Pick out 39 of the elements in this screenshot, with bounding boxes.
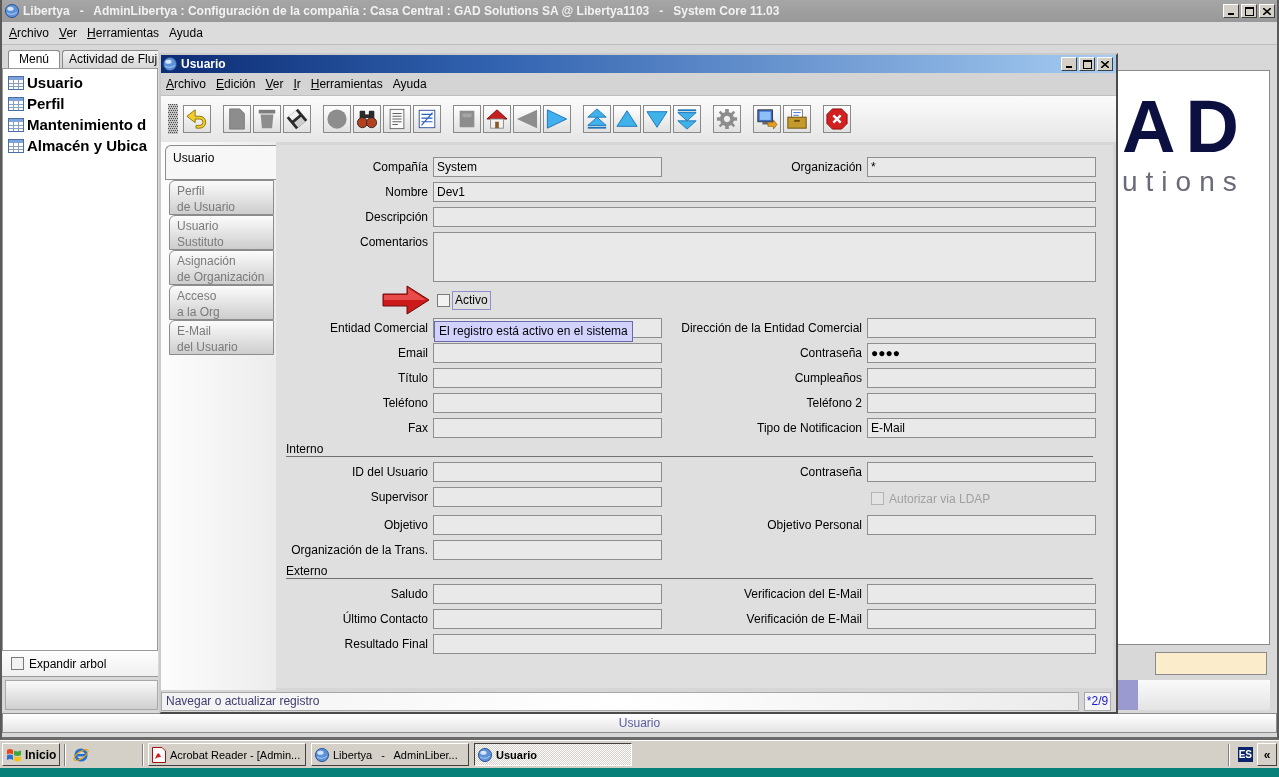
field-label: Saludo xyxy=(389,586,429,603)
field-label: Resultado Final xyxy=(343,636,429,653)
field-label: Tipo de Notificacion xyxy=(756,420,863,437)
field-label: Dirección de la Entidad Comercial xyxy=(680,320,863,337)
status-message: Navegar o actualizar registro xyxy=(161,692,1079,711)
checkbox-label: Activo xyxy=(452,290,491,310)
status-text: Usuario xyxy=(618,716,661,730)
field-label: Objetivo xyxy=(382,517,429,534)
field-label: ID del Usuario xyxy=(350,464,429,481)
field-label: Descripción xyxy=(364,209,429,226)
field-label: Verificacion del E-Mail xyxy=(742,586,863,603)
field-label: Contraseña xyxy=(798,464,863,481)
section-title: Externo xyxy=(286,565,1093,579)
field-label: Teléfono 2 xyxy=(805,395,863,412)
field-label: Email xyxy=(397,345,429,362)
field-label: Organización xyxy=(790,159,863,176)
checkbox-label: Autorizar via LDAP xyxy=(889,491,991,506)
field-label: Teléfono xyxy=(381,395,429,412)
field-label: Comentarios xyxy=(358,234,429,251)
field-label: Objetivo Personal xyxy=(766,517,863,534)
field-label: Título xyxy=(397,370,429,387)
field-label: Nombre xyxy=(384,184,429,201)
logo-text: utions xyxy=(1122,165,1245,199)
field-label: Compañía xyxy=(371,159,429,176)
field-label: Supervisor xyxy=(369,489,429,506)
field-label: Verificación de E-Mail xyxy=(745,611,863,628)
window-title: Libertya - AdminLibertya : Configuración de la compañía : Casa Central : GAD Solutions SA @ Libertya1103 - System Core 11.03 xyxy=(23,4,781,18)
section-title: Interno xyxy=(286,443,1093,457)
record-counter: *2/9 xyxy=(1084,692,1111,711)
checkbox-label: Expandir arbol xyxy=(29,656,107,671)
field-label: Contraseña xyxy=(798,345,863,362)
logo-text: AD xyxy=(1122,95,1249,159)
field-label: Entidad Comercial xyxy=(328,320,429,337)
field-label: Cumpleaños xyxy=(793,370,863,387)
field-label: Organización de la Trans. xyxy=(290,542,429,559)
window-title: Usuario xyxy=(181,57,227,71)
tooltip: El registro está activo en el sistema xyxy=(434,321,633,342)
field-label: Último Contacto xyxy=(341,610,429,628)
field-label: Fax xyxy=(407,420,429,437)
